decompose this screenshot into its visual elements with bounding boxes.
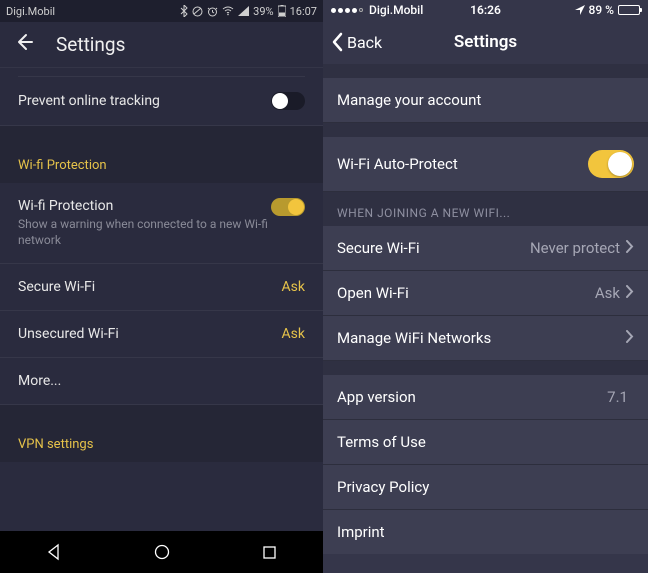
chevron-left-icon bbox=[331, 32, 344, 52]
row-label: Wi-Fi Auto-Protect bbox=[337, 155, 588, 173]
row-label: Terms of Use bbox=[337, 433, 634, 451]
battery-percent: 39% bbox=[253, 5, 273, 18]
wifi-autoprotect-row[interactable]: Wi-Fi Auto-Protect bbox=[323, 137, 648, 192]
back-button[interactable]: Back bbox=[331, 32, 382, 52]
ios-header: Back Settings bbox=[323, 20, 648, 64]
signal-icon bbox=[238, 6, 249, 16]
row-label: Secure Wi-Fi bbox=[18, 279, 282, 295]
vpn-section-title: VPN settings bbox=[0, 423, 323, 462]
clock: 16:26 bbox=[470, 3, 501, 17]
terms-row[interactable]: Terms of Use bbox=[323, 420, 648, 465]
unsecured-wifi-row[interactable]: Unsecured Wi-Fi Ask bbox=[0, 311, 323, 358]
section-gap bbox=[0, 126, 323, 144]
manage-networks-row[interactable]: Manage WiFi Networks bbox=[323, 316, 648, 361]
section-gap bbox=[323, 361, 648, 375]
prevent-tracking-row[interactable]: Prevent online tracking bbox=[0, 77, 323, 126]
battery-percent: 89 % bbox=[589, 3, 614, 17]
section-gap bbox=[0, 405, 323, 423]
row-value: Ask bbox=[282, 326, 305, 342]
signal-dots-icon bbox=[331, 8, 363, 13]
section-gap bbox=[323, 123, 648, 137]
chevron-right-icon bbox=[626, 329, 634, 347]
battery-icon bbox=[618, 5, 640, 15]
privacy-row[interactable]: Privacy Policy bbox=[323, 465, 648, 510]
battery-icon bbox=[278, 5, 286, 17]
row-label: More... bbox=[18, 373, 305, 389]
wifi-autoprotect-toggle[interactable] bbox=[588, 150, 634, 178]
clock: 16:07 bbox=[290, 5, 317, 18]
row-label: Prevent online tracking bbox=[18, 93, 271, 109]
secure-wifi-row[interactable]: Secure Wi-Fi Ask bbox=[0, 264, 323, 311]
manage-account-row[interactable]: Manage your account bbox=[323, 78, 648, 123]
row-label-group: Wi-fi Protection Show a warning when con… bbox=[18, 198, 271, 248]
do-not-disturb-icon bbox=[192, 6, 203, 17]
row-value: 7.1 bbox=[607, 388, 628, 406]
app-version-row: App version 7.1 bbox=[323, 375, 648, 420]
nav-recent-icon[interactable] bbox=[261, 544, 278, 561]
ios-screen: Digi.Mobil 16:26 89 % Back Settings Mana… bbox=[323, 0, 648, 573]
row-label: Wi-fi Protection bbox=[18, 198, 271, 214]
more-row[interactable]: More... bbox=[0, 358, 323, 405]
row-value: Never protect bbox=[530, 239, 620, 257]
secure-wifi-row[interactable]: Secure Wi-Fi Never protect bbox=[323, 226, 648, 271]
back-arrow-icon[interactable] bbox=[14, 32, 34, 57]
row-label: Privacy Policy bbox=[337, 478, 634, 496]
chevron-right-icon bbox=[626, 239, 634, 257]
android-header: Settings bbox=[0, 22, 323, 68]
location-icon bbox=[575, 5, 585, 15]
nav-home-icon[interactable] bbox=[153, 543, 171, 561]
ios-status-bar: Digi.Mobil 16:26 89 % bbox=[323, 0, 648, 20]
row-value: Ask bbox=[595, 284, 620, 302]
wifi-protection-toggle[interactable] bbox=[271, 198, 305, 216]
joining-wifi-section-title: WHEN JOINING A NEW WIFI... bbox=[323, 192, 648, 226]
alarm-icon bbox=[207, 6, 218, 17]
back-label: Back bbox=[347, 33, 382, 52]
ios-settings-list: Manage your account Wi-Fi Auto-Protect W… bbox=[323, 64, 648, 554]
row-sublabel: Show a warning when connected to a new W… bbox=[18, 217, 271, 248]
carrier-label: Digi.Mobil bbox=[6, 5, 180, 18]
row-label: App version bbox=[337, 388, 607, 406]
row-label: Imprint bbox=[337, 523, 634, 541]
open-wifi-row[interactable]: Open Wi-Fi Ask bbox=[323, 271, 648, 316]
android-nav-bar bbox=[0, 531, 323, 573]
status-icons: 39% 16:07 bbox=[180, 5, 317, 18]
tracking-toggle[interactable] bbox=[271, 92, 305, 110]
chevron-right-icon bbox=[626, 284, 634, 302]
row-label: Open Wi-Fi bbox=[337, 284, 595, 302]
row-value: Ask bbox=[282, 279, 305, 295]
android-screen: Digi.Mobil 39% 16:07 Settings Prevent on… bbox=[0, 0, 323, 573]
header-title: Settings bbox=[454, 32, 517, 52]
wifi-icon bbox=[222, 6, 234, 16]
wifi-protection-section-title: Wi-fi Protection bbox=[0, 144, 323, 183]
row-label: Manage WiFi Networks bbox=[337, 329, 626, 347]
wifi-protection-row[interactable]: Wi-fi Protection Show a warning when con… bbox=[0, 183, 323, 264]
row-label: Unsecured Wi-Fi bbox=[18, 326, 282, 342]
row-label: Manage your account bbox=[337, 91, 634, 109]
android-settings-list: Prevent online tracking Wi-fi Protection… bbox=[0, 76, 323, 462]
section-gap bbox=[323, 64, 648, 78]
header-title: Settings bbox=[56, 33, 125, 56]
imprint-row[interactable]: Imprint bbox=[323, 510, 648, 554]
bluetooth-icon bbox=[180, 5, 188, 17]
row-label: Secure Wi-Fi bbox=[337, 239, 530, 257]
android-status-bar: Digi.Mobil 39% 16:07 bbox=[0, 0, 323, 22]
nav-back-icon[interactable] bbox=[45, 543, 63, 561]
